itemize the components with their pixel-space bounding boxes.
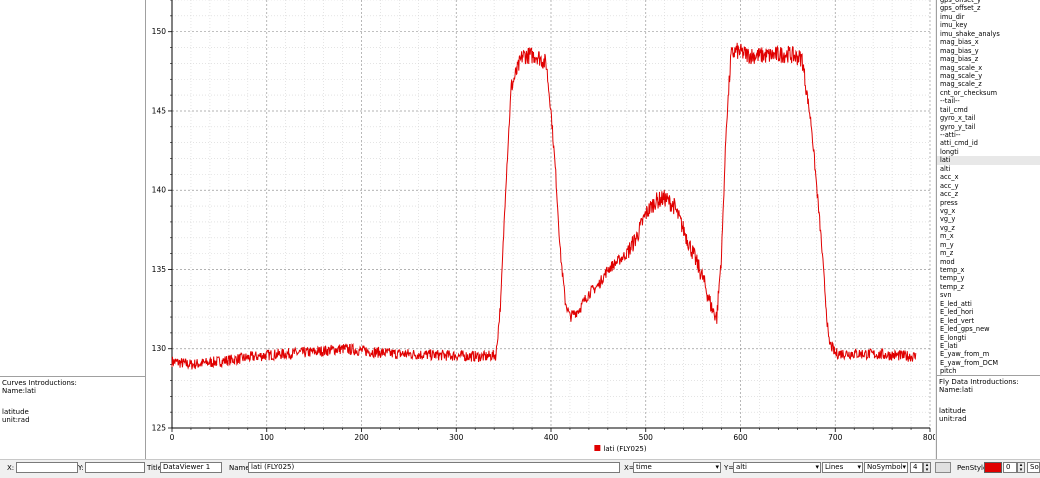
- x-coord-label: X:: [7, 464, 15, 472]
- x-tick-label: 300: [449, 433, 464, 442]
- pen-width-spinner[interactable]: ▴ ▾: [1017, 462, 1025, 473]
- symbol-size-field[interactable]: 4: [910, 462, 923, 473]
- x-coord-field[interactable]: [16, 462, 78, 473]
- variable-item[interactable]: lati: [937, 156, 1040, 165]
- variable-item[interactable]: acc_z: [937, 190, 1040, 198]
- variable-item[interactable]: m_y: [937, 241, 1040, 249]
- variable-item[interactable]: m_x: [937, 232, 1040, 240]
- variable-item[interactable]: atti_cmd_id: [937, 139, 1040, 147]
- variable-item[interactable]: svn: [937, 291, 1040, 299]
- x-tick-label: 600: [733, 433, 748, 442]
- variable-item[interactable]: gyro_x_tail: [937, 114, 1040, 122]
- pen-width-field[interactable]: 0: [1003, 462, 1017, 473]
- x-tick-label: 200: [354, 433, 369, 442]
- legend-label[interactable]: lati (FLY025): [603, 445, 647, 453]
- x-tick-label: 100: [260, 433, 275, 442]
- y-tick-label: 150: [152, 27, 167, 36]
- x-tick-label: 400: [544, 433, 559, 442]
- variable-item[interactable]: m_z: [937, 249, 1040, 257]
- variable-item[interactable]: mod: [937, 258, 1040, 266]
- fly-data-introductions: Fly Data Introductions: Name:lati latitu…: [937, 375, 1040, 460]
- variable-item[interactable]: mag_scale_x: [937, 64, 1040, 72]
- y-tick-label: 140: [152, 186, 167, 195]
- variable-list[interactable]: gps_offset_y gps_offset_z imu_dir imu_key im…: [937, 0, 1040, 376]
- curves-panel: Curves Introductions: Name:lati latitude…: [0, 0, 146, 460]
- variable-item[interactable]: acc_x: [937, 173, 1040, 181]
- variable-item[interactable]: cnt_or_checksum: [937, 89, 1040, 97]
- x-tick-label: 800: [923, 433, 935, 442]
- name-field[interactable]: lati (FLY025): [248, 462, 620, 473]
- fly-intro-name: Name:lati: [939, 386, 973, 394]
- y-coord-label: Y:: [78, 464, 84, 472]
- variable-item[interactable]: E_yaw_from_DCM: [937, 359, 1040, 367]
- variable-item[interactable]: --atti--: [937, 131, 1040, 139]
- variable-item[interactable]: E_led_vert: [937, 317, 1040, 325]
- variable-item[interactable]: temp_y: [937, 274, 1040, 282]
- curves-intro-unit: unit:rad: [2, 416, 30, 424]
- variable-item[interactable]: gyro_y_tail: [937, 123, 1040, 131]
- line-style-select[interactable]: Solid: [1027, 462, 1040, 473]
- variable-item[interactable]: E_yaw_from_m: [937, 350, 1040, 358]
- symbol-size-spinner[interactable]: ▴ ▾: [923, 462, 931, 473]
- variable-item[interactable]: temp_z: [937, 283, 1040, 291]
- variable-item[interactable]: vg_x: [937, 207, 1040, 215]
- variable-item[interactable]: temp_x: [937, 266, 1040, 274]
- y-tick-label: 145: [152, 106, 167, 115]
- curves-intro-title: Curves Introductions:: [2, 379, 77, 387]
- property-toolbar: X: Y: Title: DataViewer 1 Name= lati (FL…: [0, 459, 1040, 478]
- plot-canvas[interactable]: 125 130 135 140 145 150 0 100 200 300 400 500 600 700…: [146, 0, 937, 459]
- variable-item[interactable]: alti: [937, 165, 1040, 173]
- variable-item[interactable]: E_led_gps_new: [937, 325, 1040, 333]
- variable-item[interactable]: --tail--: [937, 97, 1040, 105]
- fly-data-panel: gps_offset_y gps_offset_z imu_dir imu_key im…: [936, 0, 1040, 460]
- curves-intro-name: Name:lati: [2, 387, 36, 395]
- variable-item[interactable]: tail_cmd: [937, 106, 1040, 114]
- variable-item[interactable]: imu_dir: [937, 13, 1040, 21]
- title-field[interactable]: DataViewer 1: [160, 462, 222, 473]
- pen-color-button[interactable]: [984, 462, 1002, 473]
- variable-item[interactable]: mag_scale_y: [937, 72, 1040, 80]
- curves-intro-desc: latitude: [2, 408, 29, 416]
- curves-introductions: Curves Introductions: Name:lati latitude…: [0, 376, 145, 460]
- variable-item[interactable]: vg_y: [937, 215, 1040, 223]
- fly-intro-title: Fly Data Introductions:: [939, 378, 1019, 386]
- y-tick-label: 125: [152, 424, 167, 433]
- fly-intro-unit: unit:rad: [939, 415, 967, 423]
- variable-item[interactable]: acc_y: [937, 182, 1040, 190]
- symbol-color-button[interactable]: [935, 462, 951, 473]
- line-chart[interactable]: 125 130 135 140 145 150 0 100 200 300 400 500 600 700…: [146, 0, 937, 459]
- x-tick-label: 500: [639, 433, 654, 442]
- x-tick-label: 0: [170, 433, 175, 442]
- variable-item[interactable]: mag_bias_x: [937, 38, 1040, 46]
- x-axis-select[interactable]: time: [633, 462, 721, 473]
- y-coord-field[interactable]: [85, 462, 145, 473]
- variable-item[interactable]: E_lati: [937, 342, 1040, 350]
- fly-intro-desc: latitude: [939, 407, 966, 415]
- variable-item[interactable]: mag_bias_z: [937, 55, 1040, 63]
- curves-list[interactable]: [0, 0, 145, 375]
- variable-item[interactable]: E_led_hori: [937, 308, 1040, 316]
- variable-item[interactable]: mag_scale_z: [937, 80, 1040, 88]
- variable-item[interactable]: gps_offset_z: [937, 4, 1040, 12]
- variable-item[interactable]: mag_bias_y: [937, 47, 1040, 55]
- y-tick-label: 135: [152, 265, 167, 274]
- legend-swatch: [594, 445, 601, 451]
- variable-item[interactable]: press: [937, 199, 1040, 207]
- variable-item[interactable]: longti: [937, 148, 1040, 156]
- variable-item[interactable]: E_led_atti: [937, 300, 1040, 308]
- variable-item[interactable]: imu_key: [937, 21, 1040, 29]
- y-tick-label: 130: [152, 344, 167, 353]
- variable-item[interactable]: vg_z: [937, 224, 1040, 232]
- symbol-select[interactable]: NoSymbol: [864, 462, 908, 473]
- x-tick-label: 700: [828, 433, 843, 442]
- curve-style-select[interactable]: Lines: [822, 462, 863, 473]
- y-axis-select[interactable]: alti: [733, 462, 821, 473]
- variable-item[interactable]: E_longti: [937, 334, 1040, 342]
- variable-item[interactable]: imu_shake_analys: [937, 30, 1040, 38]
